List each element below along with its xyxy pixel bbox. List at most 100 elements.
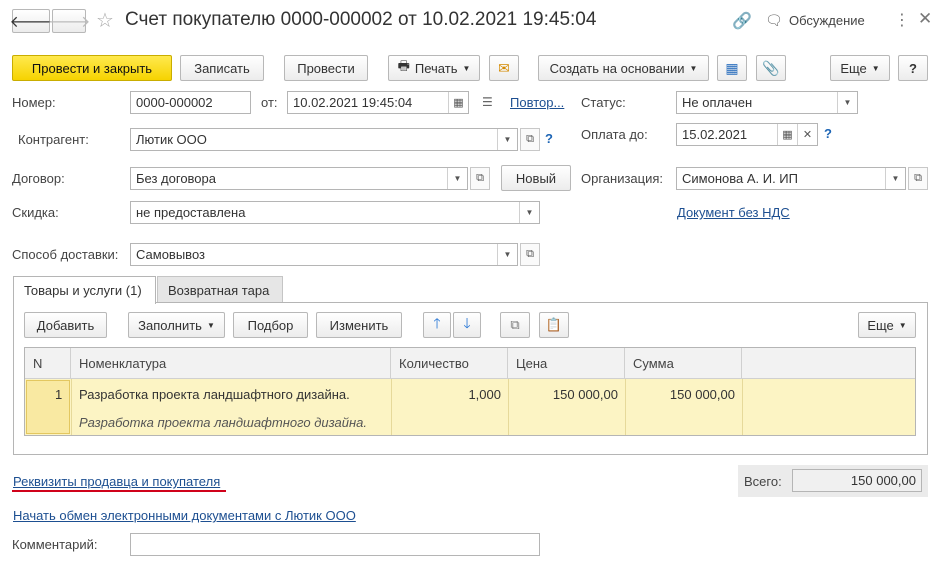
tab-goods-services[interactable]: Товары и услуги (1) (13, 276, 156, 304)
copy-icon: ⧉ (510, 317, 520, 332)
col-divider (508, 379, 509, 435)
print-button[interactable]: 🖶 Печать ▼ (388, 55, 480, 81)
open-delivery-icon[interactable]: ⧉ (520, 243, 540, 266)
counterparty-value: Лютик ООО (136, 132, 207, 147)
organization-field[interactable]: Симонова А. И. ИП ▼ (676, 167, 906, 190)
add-row-button[interactable]: Добавить (24, 312, 107, 338)
organization-value: Симонова А. И. ИП (682, 171, 798, 186)
pay-until-value: 15.02.2021 (682, 127, 748, 142)
goods-table: N Номенклатура Количество Цена Сумма 1 Р… (24, 347, 916, 436)
pay-until-help-icon[interactable]: ? (824, 126, 832, 141)
chevron-down-icon[interactable]: ▼ (885, 168, 905, 189)
more-button[interactable]: Еще ▼ (830, 55, 890, 81)
repeat-link[interactable]: Повтор... (510, 95, 564, 110)
column-header-name[interactable]: Номенклатура (71, 348, 391, 379)
date-field[interactable]: 10.02.2021 19:45:04 ▦ (287, 91, 469, 114)
table-more-button[interactable]: Еще ▼ (858, 312, 916, 338)
open-organization-icon[interactable]: ⧉ (908, 167, 928, 190)
favorite-star-icon[interactable]: ☆ (96, 8, 114, 33)
comment-field[interactable] (130, 533, 540, 556)
calendar-icon[interactable]: ▦ (777, 124, 797, 145)
window-title: Счет покупателю 0000-000002 от 10.02.202… (125, 9, 597, 30)
number-value: 0000-000002 (136, 95, 213, 110)
column-header-qty[interactable]: Количество (391, 348, 508, 379)
fill-button[interactable]: Заполнить ▼ (128, 312, 225, 338)
comment-label: Комментарий: (12, 537, 98, 552)
select-button[interactable]: Подбор (233, 312, 308, 338)
discussion-icon[interactable]: 🗨 (765, 12, 783, 29)
row-number: 1 (55, 387, 63, 402)
status-select[interactable]: Не оплачен ▼ (676, 91, 858, 114)
back-button[interactable]: 🡐 (10, 9, 52, 33)
chevron-down-icon[interactable]: ▼ (497, 244, 517, 265)
forward-button[interactable]: 🡒 (48, 9, 90, 33)
contract-label: Договор: (12, 171, 65, 186)
delivery-value: Самовывоз (136, 247, 205, 262)
delivery-select[interactable]: Самовывоз ▼ (130, 243, 518, 266)
chevron-down-icon[interactable]: ▼ (447, 168, 467, 189)
calendar-icon[interactable]: ▦ (448, 92, 468, 113)
paste-icon: 📋 (545, 317, 563, 332)
row-sum: 150 000,00 (669, 387, 735, 402)
number-field[interactable]: 0000-000002 (130, 91, 251, 114)
number-label: Номер: (12, 95, 56, 110)
row-number-cell[interactable] (26, 380, 70, 434)
save-button[interactable]: Записать (180, 55, 264, 81)
fill-label: Заполнить (138, 317, 202, 333)
chevron-down-icon[interactable]: ▼ (497, 129, 517, 150)
clear-icon[interactable]: ✕ (797, 124, 817, 145)
pay-until-label: Оплата до: (581, 127, 648, 142)
no-vat-link[interactable]: Документ без НДС (677, 205, 790, 220)
new-contract-button[interactable]: Новый (501, 165, 571, 191)
row-name: Разработка проекта ландшафтного дизайна. (79, 387, 350, 402)
copy-rows-button[interactable]: ⧉ (500, 312, 530, 338)
more-label: Еще (840, 60, 867, 76)
post-button[interactable]: Провести (284, 55, 368, 81)
move-up-button[interactable]: 🡑 (423, 312, 451, 338)
status-value: Не оплачен (682, 95, 753, 110)
from-label: от: (261, 95, 278, 110)
col-divider (625, 379, 626, 435)
tab-returnable-container[interactable]: Возвратная тара (157, 276, 283, 303)
column-header-price[interactable]: Цена (508, 348, 625, 379)
paperclip-icon: 📎 (762, 59, 780, 76)
structure-button[interactable]: ▦ (717, 55, 747, 81)
email-button[interactable]: ✉ (489, 55, 519, 81)
change-button[interactable]: Изменить (316, 312, 402, 338)
counterparty-help-icon[interactable]: ? (545, 131, 553, 146)
edo-link[interactable]: Начать обмен электронными документами с … (13, 508, 356, 523)
requisites-red-underline (12, 490, 226, 492)
more-vert-icon[interactable]: ⋮ (894, 10, 910, 30)
discussion-label[interactable]: Обсуждение (789, 13, 865, 28)
arrow-up-icon: 🡑 (433, 315, 441, 331)
list-icon: ☰ (482, 95, 493, 109)
pay-until-field[interactable]: 15.02.2021 ▦ ✕ (676, 123, 818, 146)
contract-value: Без договора (136, 171, 216, 186)
create-based-label: Создать на основании (549, 60, 685, 76)
help-button[interactable]: ? (898, 55, 928, 81)
printer-icon: 🖶 (397, 58, 410, 73)
table-row[interactable]: 1 Разработка проекта ландшафтного дизайн… (25, 379, 915, 435)
create-based-button[interactable]: Создать на основании ▼ (538, 55, 709, 81)
close-icon[interactable]: ✕ (918, 9, 932, 29)
contract-field[interactable]: Без договора ▼ (130, 167, 468, 190)
chevron-down-icon[interactable]: ▼ (837, 92, 857, 113)
column-header-sum[interactable]: Сумма (625, 348, 742, 379)
move-down-button[interactable]: 🡓 (453, 312, 481, 338)
organization-label: Организация: (581, 171, 664, 186)
paste-rows-button[interactable]: 📋 (539, 312, 569, 338)
counterparty-field[interactable]: Лютик ООО ▼ (130, 128, 518, 151)
open-counterparty-icon[interactable]: ⧉ (520, 128, 540, 151)
column-header-n[interactable]: N (25, 348, 71, 379)
discount-value: не предоставлена (136, 205, 246, 220)
link-icon[interactable]: 🔗 (732, 11, 752, 31)
discount-select[interactable]: не предоставлена ▼ (130, 201, 540, 224)
requisites-link[interactable]: Реквизиты продавца и покупателя (13, 474, 220, 489)
chevron-down-icon[interactable]: ▼ (519, 202, 539, 223)
chevron-down-icon: ▼ (689, 63, 698, 73)
post-and-close-button[interactable]: Провести и закрыть (12, 55, 172, 81)
open-contract-icon[interactable]: ⧉ (470, 167, 490, 190)
attach-button[interactable]: 📎 (756, 55, 786, 81)
envelope-icon: ✉ (498, 59, 510, 76)
chevron-down-icon: ▼ (206, 320, 215, 330)
